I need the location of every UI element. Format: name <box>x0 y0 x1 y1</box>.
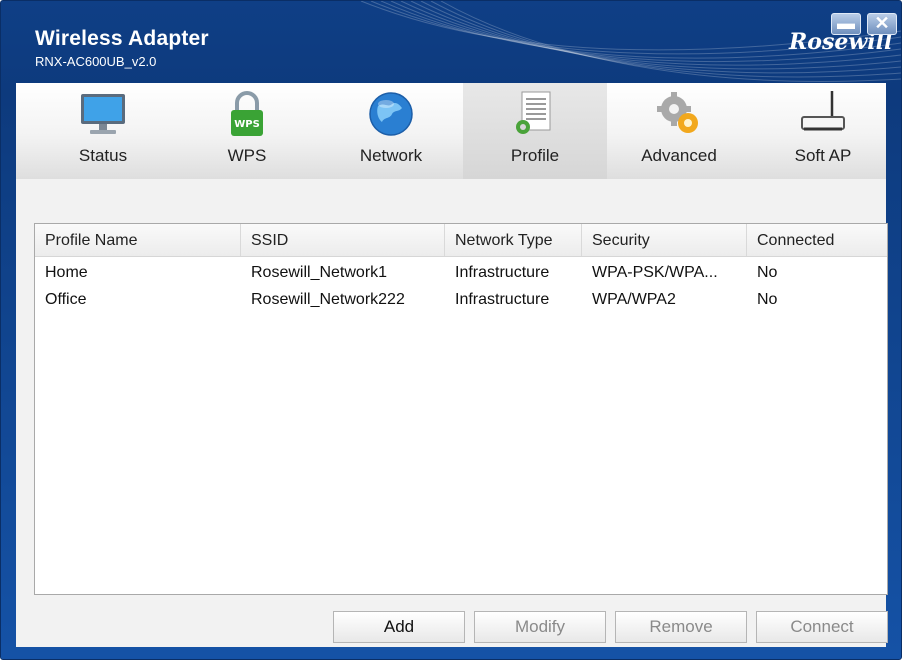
cell-profile-name: Home <box>45 264 88 281</box>
window-subtitle: RNX-AC600UB_v2.0 <box>35 54 157 69</box>
cell-ssid: Rosewill_Network222 <box>251 291 405 308</box>
document-gear-icon <box>516 91 551 134</box>
tab-label: Soft AP <box>794 146 852 165</box>
close-icon: ✕ <box>874 13 890 33</box>
tab-soft-ap[interactable]: Soft AP <box>751 83 895 179</box>
modify-button[interactable]: Modify <box>474 611 606 643</box>
router-icon <box>801 91 845 131</box>
add-button[interactable]: Add <box>333 611 465 643</box>
tab-label: Profile <box>510 146 560 165</box>
cell-connected: No <box>757 291 778 308</box>
tab-network[interactable]: Network <box>319 83 463 179</box>
cell-network-type: Infrastructure <box>455 264 550 281</box>
profile-list-header: Profile Name SSID Network Type Security … <box>35 224 887 257</box>
column-header-ssid[interactable]: SSID <box>241 224 445 256</box>
window-title: Wireless Adapter <box>35 27 209 50</box>
profile-list[interactable]: Profile Name SSID Network Type Security … <box>34 223 888 595</box>
gears-icon <box>657 92 698 133</box>
monitor-icon <box>81 94 125 134</box>
tab-status[interactable]: Status <box>31 83 175 179</box>
cell-connected: No <box>757 264 778 281</box>
tab-label: Advanced <box>641 146 717 165</box>
tab-profile[interactable]: Profile <box>463 83 607 179</box>
cell-ssid: Rosewill_Network1 <box>251 264 388 281</box>
cell-security: WPA/WPA2 <box>592 291 676 308</box>
globe-icon <box>369 92 413 136</box>
svg-text:WPS: WPS <box>234 119 260 130</box>
minimize-icon: ▬ <box>837 13 855 33</box>
cell-profile-name: Office <box>45 291 87 308</box>
connect-button[interactable]: Connect <box>756 611 888 643</box>
main-tab-bar: Status WPS WPS Network Profile Advanced … <box>16 83 886 180</box>
cell-network-type: Infrastructure <box>455 291 550 308</box>
cell-security: WPA-PSK/WPA... <box>592 264 718 281</box>
tab-label: WPS <box>227 146 267 165</box>
column-header-connected[interactable]: Connected <box>747 224 887 256</box>
column-header-network-type[interactable]: Network Type <box>445 224 582 256</box>
profile-panel: Profile Name SSID Network Type Security … <box>16 179 888 647</box>
table-row[interactable]: Office Rosewill_Network222 Infrastructur… <box>35 286 887 313</box>
minimize-button[interactable]: ▬ <box>831 13 861 35</box>
app-window: Wireless Adapter RNX-AC600UB_v2.0 Rosewi… <box>0 0 902 660</box>
remove-button[interactable]: Remove <box>615 611 747 643</box>
tab-advanced[interactable]: Advanced <box>607 83 751 179</box>
tab-wps[interactable]: WPS WPS <box>175 83 319 179</box>
column-header-security[interactable]: Security <box>582 224 747 256</box>
table-row[interactable]: Home Rosewill_Network1 Infrastructure WP… <box>35 259 887 286</box>
title-bar[interactable]: Wireless Adapter RNX-AC600UB_v2.0 Rosewi… <box>1 1 901 83</box>
tab-label: Status <box>78 146 128 165</box>
column-header-profile-name[interactable]: Profile Name <box>35 224 241 256</box>
tab-label: Network <box>359 146 423 165</box>
wps-lock-icon: WPS <box>231 91 263 136</box>
close-button[interactable]: ✕ <box>867 13 897 35</box>
